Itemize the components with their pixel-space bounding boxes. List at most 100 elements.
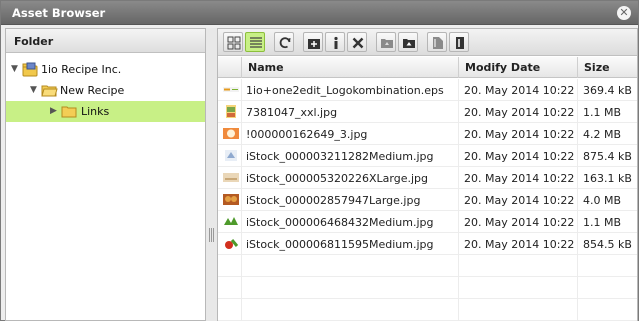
tree-item-label: Links bbox=[81, 105, 110, 118]
file-modify-date: 20. May 2014 10:22 bbox=[458, 145, 577, 167]
tree-item-label: New Recipe bbox=[60, 84, 125, 97]
window-title: Asset Browser bbox=[12, 6, 106, 20]
close-icon[interactable]: ✕ bbox=[617, 6, 631, 20]
folder-up-button[interactable] bbox=[376, 32, 396, 52]
file-size: 1.1 MB bbox=[577, 211, 637, 233]
refresh-icon bbox=[279, 37, 291, 49]
file-name: iStock_000006468432Medium.jpg bbox=[241, 211, 458, 233]
file-name: !000000162649_3.jpg bbox=[241, 123, 458, 145]
folder-up-icon bbox=[381, 39, 393, 48]
list-view-button[interactable] bbox=[245, 32, 265, 52]
file-name: 1io+one2edit_Logokombination.eps bbox=[241, 79, 458, 101]
empty-row bbox=[218, 277, 637, 299]
folder-header-label: Folder bbox=[14, 35, 54, 48]
file-thumb-cell bbox=[218, 189, 241, 211]
file-thumbnail-icon bbox=[226, 105, 236, 118]
upload-button[interactable] bbox=[398, 32, 418, 52]
delete-button[interactable] bbox=[347, 32, 367, 52]
tree-item-1io-recipe[interactable]: ▼ 1io Recipe Inc. bbox=[6, 59, 205, 80]
tree-expanded-arrow-icon[interactable]: ▼ bbox=[11, 64, 18, 74]
file-name: iStock_000003211282Medium.jpg bbox=[241, 145, 458, 167]
new-folder-button[interactable] bbox=[303, 32, 323, 52]
file-thumbnail-icon bbox=[223, 194, 239, 205]
folder-open-icon bbox=[41, 83, 58, 101]
file-size: 875.4 kB bbox=[577, 145, 637, 167]
tree-item-new-recipe[interactable]: ▼ New Recipe bbox=[6, 80, 205, 101]
place-button[interactable] bbox=[427, 32, 447, 52]
size-column-header[interactable]: Size bbox=[577, 57, 637, 78]
empty-cell bbox=[577, 255, 637, 277]
empty-cell bbox=[577, 299, 637, 321]
empty-row bbox=[218, 255, 637, 277]
empty-cell bbox=[577, 277, 637, 299]
file-name: iStock_000006811595Medium.jpg bbox=[241, 233, 458, 255]
file-modify-date: 20. May 2014 10:22 bbox=[458, 211, 577, 233]
file-size: 854.5 kB bbox=[577, 233, 637, 255]
file-row[interactable]: 1io+one2edit_Logokombination.eps 20. May … bbox=[218, 79, 637, 101]
tree-collapsed-arrow-icon[interactable]: ▶ bbox=[50, 106, 57, 116]
tree-item-label: 1io Recipe Inc. bbox=[41, 63, 122, 76]
file-panel: Name Modify Date Size 1io+one2edit_Logok… bbox=[217, 28, 638, 321]
file-thumbnail-icon bbox=[223, 173, 239, 182]
edit-icon bbox=[456, 37, 464, 49]
file-size: 4.0 MB bbox=[577, 189, 637, 211]
edit-button[interactable] bbox=[449, 32, 469, 52]
empty-cell bbox=[241, 277, 458, 299]
file-row[interactable]: iStock_000002857947Large.jpg 20. May 2014… bbox=[218, 189, 637, 211]
thumbnail-view-button[interactable] bbox=[223, 32, 243, 52]
file-size: 163.1 kB bbox=[577, 167, 637, 189]
splitter-grip-icon[interactable] bbox=[209, 228, 214, 242]
file-name: 7381047_xxl.jpg bbox=[241, 101, 458, 123]
new-folder-icon bbox=[308, 39, 320, 49]
refresh-button[interactable] bbox=[274, 32, 294, 52]
empty-cell bbox=[458, 255, 577, 277]
file-thumb-cell bbox=[218, 145, 241, 167]
folder-icon bbox=[61, 104, 78, 122]
file-modify-date: 20. May 2014 10:22 bbox=[458, 79, 577, 101]
place-icon bbox=[433, 37, 443, 49]
tree-expanded-arrow-icon[interactable]: ▼ bbox=[30, 85, 37, 95]
thumb-column-header bbox=[218, 57, 241, 78]
panel-splitter[interactable] bbox=[206, 28, 217, 321]
folder-panel-header: Folder bbox=[6, 29, 205, 53]
empty-cell bbox=[241, 255, 458, 277]
file-name: iStock_000002857947Large.jpg bbox=[241, 189, 458, 211]
title-bar[interactable]: Asset Browser ✕ bbox=[1, 1, 638, 25]
file-thumb-cell bbox=[218, 167, 241, 189]
file-thumbnail-icon bbox=[224, 217, 238, 225]
file-modify-date: 20. May 2014 10:22 bbox=[458, 101, 577, 123]
empty-row bbox=[218, 299, 637, 321]
delete-icon bbox=[352, 37, 364, 49]
file-thumbnail-icon bbox=[223, 128, 239, 139]
file-row[interactable]: !000000162649_3.jpg 20. May 2014 10:22 4.2… bbox=[218, 123, 637, 145]
name-column-header[interactable]: Name bbox=[241, 57, 458, 78]
file-thumbnail-icon bbox=[225, 150, 237, 161]
file-thumb-cell bbox=[218, 211, 241, 233]
file-size: 1.1 MB bbox=[577, 101, 637, 123]
file-row[interactable]: iStock_000006468432Medium.jpg 20. May 201… bbox=[218, 211, 637, 233]
list-view-icon bbox=[250, 37, 262, 48]
file-modify-date: 20. May 2014 10:22 bbox=[458, 123, 577, 145]
file-thumb-cell bbox=[218, 79, 241, 101]
file-thumb-cell bbox=[218, 101, 241, 123]
upload-icon bbox=[403, 39, 415, 48]
file-thumb-cell bbox=[218, 233, 241, 255]
empty-cell bbox=[458, 299, 577, 321]
tree-item-links[interactable]: ▶ Links bbox=[6, 101, 205, 122]
modify-date-column-header[interactable]: Modify Date bbox=[458, 57, 577, 78]
folder-panel: Folder ▼ 1io Recipe Inc. ▼ New Recipe ▶ … bbox=[5, 28, 206, 321]
empty-cell bbox=[458, 277, 577, 299]
file-thumbnail-icon bbox=[225, 239, 239, 249]
toolbar bbox=[218, 29, 637, 56]
file-row[interactable]: 7381047_xxl.jpg 20. May 2014 10:22 1.1 MB bbox=[218, 101, 637, 123]
file-row[interactable]: iStock_000003211282Medium.jpg 20. May 201… bbox=[218, 145, 637, 167]
file-row[interactable]: iStock_000006811595Medium.jpg 20. May 201… bbox=[218, 233, 637, 255]
file-modify-date: 20. May 2014 10:22 bbox=[458, 189, 577, 211]
file-thumb-cell bbox=[218, 123, 241, 145]
file-row[interactable]: iStock_000005320226XLarge.jpg 20. May 201… bbox=[218, 167, 637, 189]
info-icon bbox=[334, 36, 338, 49]
info-button[interactable] bbox=[325, 32, 345, 52]
empty-cell bbox=[241, 299, 458, 321]
server-folder-icon bbox=[22, 62, 39, 80]
file-size: 369.4 kB bbox=[577, 79, 637, 101]
